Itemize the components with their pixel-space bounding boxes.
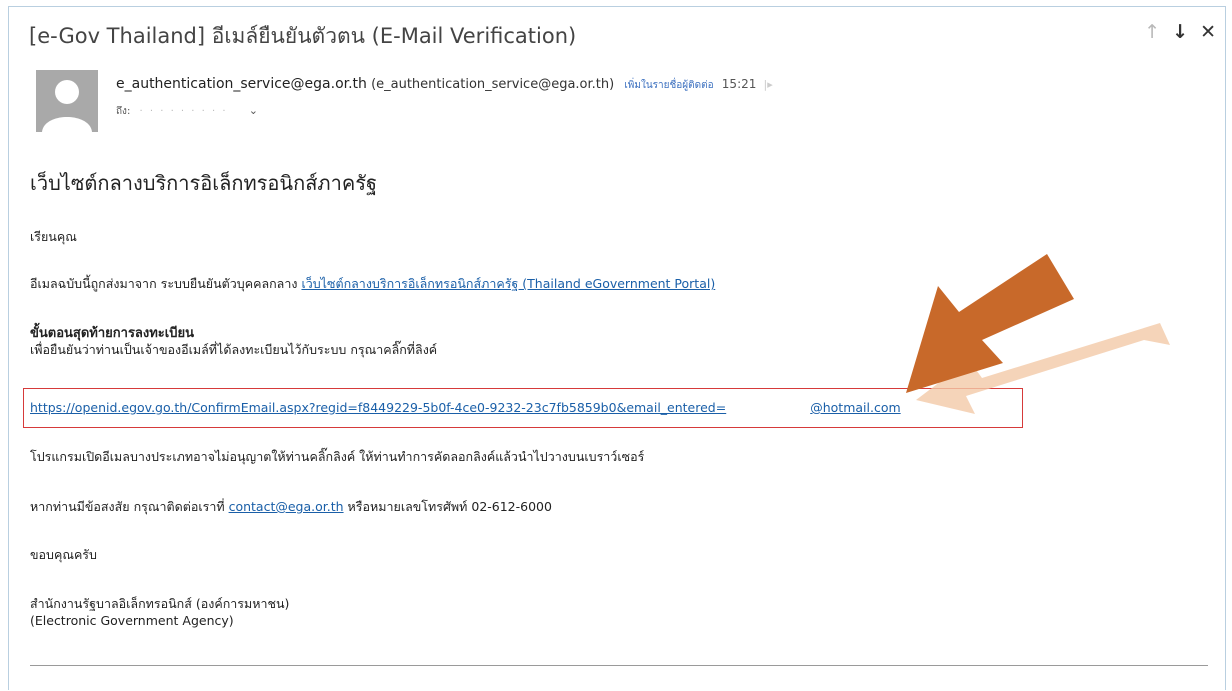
annotation-arrows <box>906 254 1170 414</box>
highlight-arrow-icon <box>906 254 1074 393</box>
